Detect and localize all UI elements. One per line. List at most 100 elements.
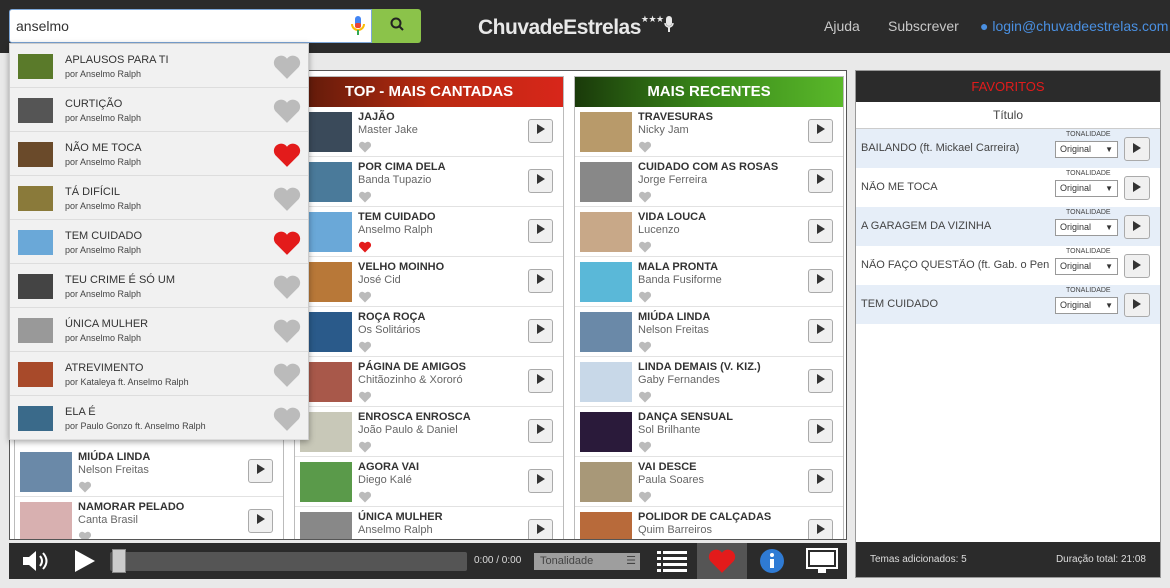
song-row[interactable]: CUIDADO COM AS ROSAS Jorge Ferreira xyxy=(575,157,843,207)
song-row[interactable]: POLIDOR DE CALÇADAS Quim Barreiros xyxy=(575,507,843,539)
heart-filled-icon[interactable] xyxy=(358,240,372,253)
play-button[interactable] xyxy=(248,509,273,533)
heart-icon[interactable] xyxy=(358,390,372,403)
heart-icon[interactable] xyxy=(78,530,92,539)
play-button[interactable] xyxy=(528,119,553,143)
suggestion-item[interactable]: ELA É por Paulo Gonzo ft. Anselmo Ralph xyxy=(10,396,308,440)
heart-icon[interactable] xyxy=(358,340,372,353)
favorite-play-button[interactable] xyxy=(1124,254,1150,278)
favorite-play-button[interactable] xyxy=(1124,137,1150,161)
song-row[interactable]: POR CIMA DELA Banda Tupazio xyxy=(295,157,563,207)
nav-help-link[interactable]: Ajuda xyxy=(824,18,860,34)
volume-icon[interactable] xyxy=(11,543,61,579)
tone-dropdown[interactable]: Original ▼ xyxy=(1055,258,1118,275)
favorite-row[interactable]: NÃO FAÇO QUESTÃO (ft. Gab. o Pen... TONAL… xyxy=(856,246,1160,285)
favorite-row[interactable]: NÃO ME TOCA TONALIDADE Original ▼ xyxy=(856,168,1160,207)
song-row[interactable]: LINDA DEMAIS (v. kiz.) Gaby Fernandes xyxy=(575,357,843,407)
heart-icon[interactable] xyxy=(358,140,372,153)
nav-login-link[interactable]: ● login@chuvadeestrelas.com xyxy=(980,18,1168,34)
song-row[interactable]: ÚNICA MULHER Anselmo Ralph xyxy=(295,507,563,539)
play-button[interactable] xyxy=(528,319,553,343)
song-row[interactable]: VAI DESCE Paula Soares xyxy=(575,457,843,507)
search-input[interactable]: anselmo xyxy=(9,9,372,43)
search-button[interactable] xyxy=(372,9,421,43)
favorite-play-button[interactable] xyxy=(1124,293,1150,317)
progress-handle[interactable] xyxy=(112,549,126,573)
song-row[interactable]: NAMORAR PELADO Canta Brasil xyxy=(15,497,283,539)
play-button[interactable] xyxy=(248,459,273,483)
song-row[interactable]: MALA PRONTA Banda Fusiforme xyxy=(575,257,843,307)
suggestion-item[interactable]: ÚNICA MULHER por Anselmo Ralph xyxy=(10,308,308,352)
playlist-icon[interactable] xyxy=(647,543,697,579)
song-row[interactable]: PÁGINA DE AMIGOS Chitãozinho & Xororó xyxy=(295,357,563,407)
song-row[interactable]: ROÇA ROÇA Os Solitários xyxy=(295,307,563,357)
song-row[interactable]: ENROSCA ENROSCA João Paulo & Daniel xyxy=(295,407,563,457)
song-row[interactable]: VELHO MOINHO José Cid xyxy=(295,257,563,307)
heart-icon[interactable] xyxy=(358,190,372,203)
nav-subscribe-link[interactable]: Subscrever xyxy=(888,18,959,34)
play-button[interactable] xyxy=(528,419,553,443)
heart-icon[interactable] xyxy=(78,480,92,493)
song-row[interactable]: MIÚDA LINDA Nelson Freitas xyxy=(15,447,283,497)
favorite-row[interactable]: BAILANDO (ft. Mickael Carreira) TONALIDAD… xyxy=(856,129,1160,168)
song-row[interactable]: MIÚDA LINDA Nelson Freitas xyxy=(575,307,843,357)
favorite-row[interactable]: A GARAGEM DA VIZINHA TONALIDADE Original ▼ xyxy=(856,207,1160,246)
play-button[interactable] xyxy=(808,419,833,443)
song-row[interactable]: TRAVESURAS Nicky Jam xyxy=(575,107,843,157)
song-row[interactable]: VIDA LOUCA Lucenzo xyxy=(575,207,843,257)
play-button[interactable] xyxy=(528,369,553,393)
suggestion-item[interactable]: NÃO ME TOCA por Anselmo Ralph xyxy=(10,132,308,176)
play-button[interactable] xyxy=(808,519,833,539)
heart-icon[interactable] xyxy=(272,362,302,388)
tone-dropdown[interactable]: Original ▼ xyxy=(1055,180,1118,197)
favorite-row[interactable]: TEM CUIDADO TONALIDADE Original ▼ xyxy=(856,285,1160,324)
play-button[interactable] xyxy=(808,269,833,293)
play-button[interactable] xyxy=(808,169,833,193)
tone-dropdown[interactable]: Original ▼ xyxy=(1055,141,1118,158)
heart-icon[interactable] xyxy=(638,140,652,153)
suggestion-item[interactable]: TÁ DIFÍCIL por Anselmo Ralph xyxy=(10,176,308,220)
suggestion-item[interactable]: TEM CUIDADO por Anselmo Ralph xyxy=(10,220,308,264)
heart-icon[interactable] xyxy=(638,440,652,453)
microphone-icon[interactable] xyxy=(349,15,367,37)
favorite-play-button[interactable] xyxy=(1124,176,1150,200)
site-logo[interactable]: ChuvadeEstrelas★★★ xyxy=(478,14,674,40)
heart-icon[interactable] xyxy=(272,186,302,212)
play-button[interactable] xyxy=(808,369,833,393)
tone-select[interactable]: Tonalidade ☰ xyxy=(534,553,640,570)
play-button[interactable] xyxy=(528,269,553,293)
play-button[interactable] xyxy=(808,469,833,493)
heart-icon[interactable] xyxy=(272,406,302,432)
heart-icon[interactable] xyxy=(272,318,302,344)
heart-icon[interactable] xyxy=(638,190,652,203)
heart-icon[interactable] xyxy=(638,490,652,503)
screen-icon[interactable] xyxy=(797,543,847,579)
favorite-play-button[interactable] xyxy=(1124,215,1150,239)
tone-dropdown[interactable]: Original ▼ xyxy=(1055,297,1118,314)
suggestion-item[interactable]: ATREVIMENTO por Kataleya ft. Anselmo Ralp… xyxy=(10,352,308,396)
heart-filled-icon[interactable] xyxy=(272,142,302,168)
heart-filled-icon[interactable] xyxy=(272,230,302,256)
progress-bar[interactable] xyxy=(110,552,467,571)
song-row[interactable]: JAJÃO Master Jake xyxy=(295,107,563,157)
heart-icon[interactable] xyxy=(638,390,652,403)
song-row[interactable]: TEM CUIDADO Anselmo Ralph xyxy=(295,207,563,257)
favorites-heart-icon[interactable] xyxy=(697,543,747,579)
song-row[interactable]: DANÇA SENSUAL Sol Brilhante xyxy=(575,407,843,457)
info-icon[interactable] xyxy=(747,543,797,579)
play-button[interactable] xyxy=(808,119,833,143)
play-button[interactable] xyxy=(528,169,553,193)
suggestion-item[interactable]: APLAUSOS PARA TI por Anselmo Ralph xyxy=(10,44,308,88)
heart-icon[interactable] xyxy=(638,340,652,353)
play-icon[interactable] xyxy=(61,543,107,579)
heart-icon[interactable] xyxy=(638,240,652,253)
play-button[interactable] xyxy=(808,219,833,243)
play-button[interactable] xyxy=(528,469,553,493)
play-button[interactable] xyxy=(808,319,833,343)
play-button[interactable] xyxy=(528,219,553,243)
tone-dropdown[interactable]: Original ▼ xyxy=(1055,219,1118,236)
suggestion-item[interactable]: TEU CRIME É SÓ UM por Anselmo Ralph xyxy=(10,264,308,308)
heart-icon[interactable] xyxy=(272,54,302,80)
heart-icon[interactable] xyxy=(272,98,302,124)
song-row[interactable]: AGORA VAI Diego Kalé xyxy=(295,457,563,507)
